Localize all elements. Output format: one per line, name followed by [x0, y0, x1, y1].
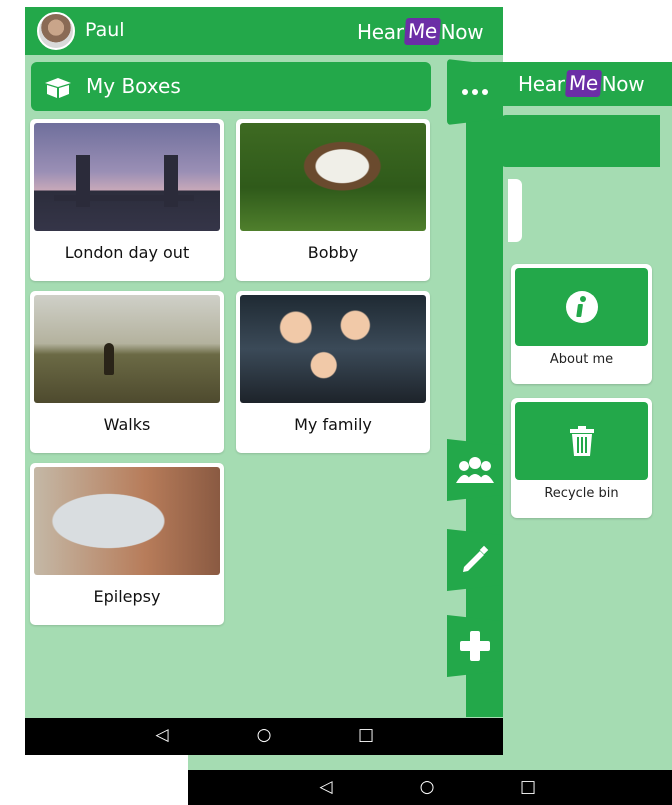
box-caption: Bobby — [307, 243, 359, 262]
app-logo: Hear Me Now — [357, 18, 484, 45]
back-icon[interactable]: ◁ — [151, 724, 173, 746]
user-name: Paul — [85, 19, 125, 41]
info-icon — [565, 291, 598, 323]
edit-button[interactable] — [447, 529, 503, 591]
system-navbar: ◁ ○ □ — [25, 718, 503, 755]
plus-icon — [460, 631, 490, 661]
box-caption: Walks — [103, 415, 151, 434]
section-header: My Boxes — [31, 62, 431, 111]
box-photo — [240, 123, 426, 231]
section-title: My Boxes — [86, 74, 181, 98]
card-edge — [508, 179, 522, 242]
system-navbar: ◁ ○ □ — [188, 770, 672, 805]
about-me-tile[interactable] — [515, 268, 648, 346]
back-icon[interactable]: ◁ — [315, 776, 337, 798]
main-screen: Paul Hear Me Now My Boxes London day out… — [25, 7, 503, 755]
box-card-epilepsy[interactable]: Epilepsy — [30, 463, 224, 625]
about-me-label: About me — [549, 352, 614, 367]
recycle-bin-tile[interactable] — [515, 402, 648, 480]
section-banner — [500, 115, 660, 167]
box-photo — [34, 123, 220, 231]
recycle-bin-label: Recycle bin — [544, 486, 619, 501]
about-me-card[interactable]: About me — [511, 264, 652, 384]
trash-icon — [569, 426, 594, 456]
box-photo — [34, 467, 220, 575]
box-card-walks[interactable]: Walks — [30, 291, 224, 453]
people-button[interactable] — [447, 439, 503, 501]
recent-apps-icon[interactable]: □ — [355, 724, 377, 746]
pencil-icon — [463, 545, 489, 572]
box-icon — [45, 78, 71, 98]
avatar[interactable] — [37, 12, 75, 50]
recent-apps-icon[interactable]: □ — [517, 776, 539, 798]
box-caption: Epilepsy — [93, 587, 161, 606]
home-icon[interactable]: ○ — [253, 724, 275, 746]
box-card-family[interactable]: My family — [236, 291, 430, 453]
more-button[interactable] — [447, 59, 503, 125]
recycle-bin-card[interactable]: Recycle bin — [511, 398, 652, 518]
app-logo: Hear Me Now — [518, 70, 645, 97]
box-photo — [240, 295, 426, 403]
box-caption: My family — [294, 415, 372, 434]
more-icon — [462, 89, 488, 95]
add-button[interactable] — [447, 615, 503, 677]
box-card-bobby[interactable]: Bobby — [236, 119, 430, 281]
group-icon — [456, 457, 494, 483]
box-caption: London day out — [64, 243, 190, 262]
header-bar: Paul Hear Me Now — [25, 7, 503, 55]
box-photo — [34, 295, 220, 403]
home-icon[interactable]: ○ — [416, 776, 438, 798]
box-card-london[interactable]: London day out — [30, 119, 224, 281]
